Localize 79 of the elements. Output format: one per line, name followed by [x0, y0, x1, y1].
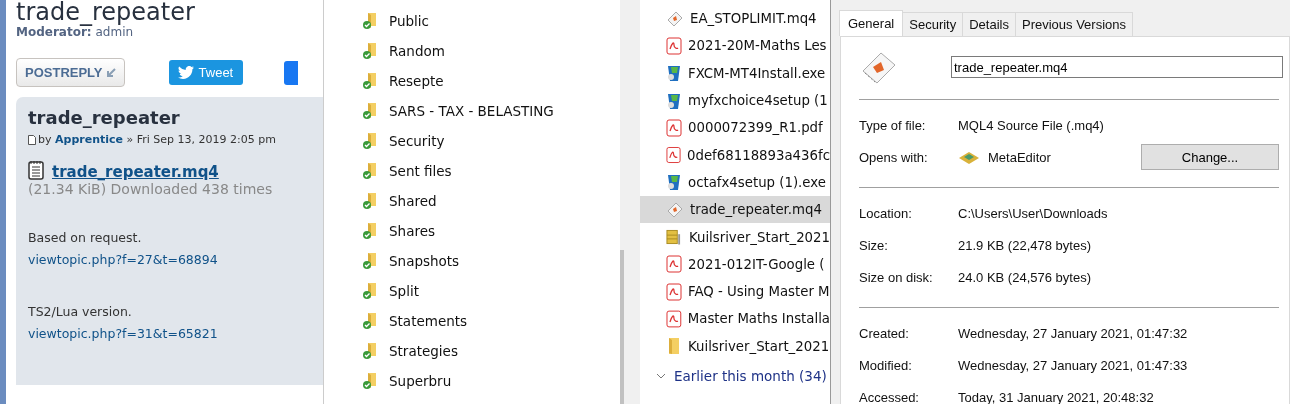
field-label: Size on disk:: [859, 269, 934, 285]
tab[interactable]: Previous Versions: [1014, 12, 1134, 36]
like-button[interactable]: [284, 60, 299, 85]
field-label: Location:: [859, 205, 913, 221]
file-row[interactable]: 0def68118893a436fc: [640, 141, 830, 169]
field-label: Opens with:: [859, 149, 929, 165]
attachment-info: (21.34 KiB) Downloaded 438 times: [28, 181, 274, 197]
document-icon: [28, 134, 36, 145]
field-value: MetaEditor: [988, 149, 1051, 165]
file-row[interactable]: myfxchoice4setup (1: [640, 86, 830, 115]
field-value: Wednesday, 27 January 2021, 01:47:33: [958, 357, 1188, 373]
file-row[interactable]: octafx4setup (1).exe: [640, 168, 830, 197]
script-file-icon: [666, 200, 684, 219]
folder-name[interactable]: SARS - TAX - BELASTING: [389, 103, 554, 119]
folder-name[interactable]: Resepte: [389, 73, 444, 89]
archive-icon: [666, 228, 683, 246]
field-value: MQL4 Source File (.mq4): [958, 117, 1104, 133]
folder-icon: [666, 337, 682, 356]
folder-name[interactable]: Strategies: [389, 343, 458, 359]
folder-name[interactable]: Split: [389, 283, 419, 299]
pdf-file-icon: [666, 255, 682, 274]
folder-name[interactable]: Random: [389, 43, 445, 59]
post-reply-button[interactable]: POSTREPLY: [16, 58, 125, 87]
tab[interactable]: General: [839, 10, 904, 36]
folder-name[interactable]: Statements: [389, 313, 468, 329]
installer-icon: [666, 64, 682, 83]
field-value: 21.9 KB (22,478 bytes): [958, 237, 1091, 253]
file-row[interactable]: trade_repeater.mq4: [640, 196, 830, 224]
scrollbar[interactable]: [620, 250, 624, 404]
change-button[interactable]: Change...: [1141, 144, 1279, 170]
file-row[interactable]: Kuilsriver_Start_2021: [640, 332, 830, 360]
folder-name[interactable]: Sent files: [389, 163, 452, 179]
filename-field[interactable]: trade_repeater.mq4: [951, 56, 1283, 78]
post-text: Based on request.: [28, 229, 143, 247]
file-row[interactable]: 2021-012IT-Google (: [640, 250, 830, 278]
field-label: Created:: [859, 325, 910, 341]
field-value: 24.0 KB (24,576 bytes): [958, 269, 1091, 285]
pdf-file-icon: [666, 309, 682, 328]
file-row[interactable]: EA_STOPLIMIT.mq4: [640, 5, 830, 33]
folder-name[interactable]: Shares: [389, 223, 435, 239]
chevron-down-icon[interactable]: [656, 372, 666, 379]
field-value: Today, 31 January 2021, 20:48:32: [958, 389, 1154, 404]
file-row[interactable]: 2021-20M-Maths Les: [640, 32, 830, 60]
installer-icon: [666, 91, 682, 110]
pdf-file-icon: [666, 146, 682, 165]
field-label: Type of file:: [859, 117, 927, 133]
notepad-icon: [28, 160, 44, 180]
folder-name[interactable]: Snapshots: [389, 253, 460, 269]
app-icon: [958, 149, 980, 165]
field-label: Modified:: [859, 357, 913, 373]
file-row[interactable]: Master Maths Installa: [640, 305, 830, 333]
installer-icon: [666, 173, 682, 192]
bird-icon: [177, 66, 194, 79]
file-row[interactable]: FAQ - Using Master M: [640, 277, 830, 306]
script-file-icon: [666, 9, 684, 28]
pdf-file-icon: [666, 118, 682, 137]
field-value: Wednesday, 27 January 2021, 01:47:32: [958, 325, 1188, 341]
topic-link[interactable]: viewtopic.php?f=27&t=68894: [28, 249, 311, 271]
group-header[interactable]: Earlier this month (34): [674, 367, 827, 384]
pdf-file-icon: [666, 36, 682, 55]
reply-arrow-icon: [105, 67, 116, 78]
post-byline: by Apprentice » Fri Sep 13, 2019 2:05 pm: [38, 133, 276, 146]
folder-name[interactable]: Superbru: [389, 373, 452, 389]
post-text: TS2/Lua version.: [28, 303, 133, 321]
field-value: C:\Users\User\Downloads: [958, 205, 1108, 221]
topic-link[interactable]: viewtopic.php?f=31&t=65821: [28, 323, 311, 345]
moderator-name: admin: [95, 25, 134, 39]
topic-title: trade_repeater: [16, 0, 196, 26]
file-row[interactable]: 0000072399_R1.pdf: [640, 114, 830, 142]
field-label: Accessed:: [859, 389, 920, 404]
folder-name[interactable]: Security: [389, 133, 445, 149]
file-row[interactable]: Kuilsriver_Start_2021: [640, 223, 830, 251]
post-title: trade_repeater: [28, 107, 181, 128]
file-row[interactable]: FXCM-MT4Install.exe: [640, 59, 830, 87]
folder-name[interactable]: Public: [389, 13, 429, 29]
folder-name[interactable]: Shared: [389, 193, 437, 209]
field-label: Size:: [859, 237, 889, 253]
pdf-file-icon: [666, 282, 682, 301]
attachment-link[interactable]: trade_repeater.mq4: [52, 163, 219, 181]
